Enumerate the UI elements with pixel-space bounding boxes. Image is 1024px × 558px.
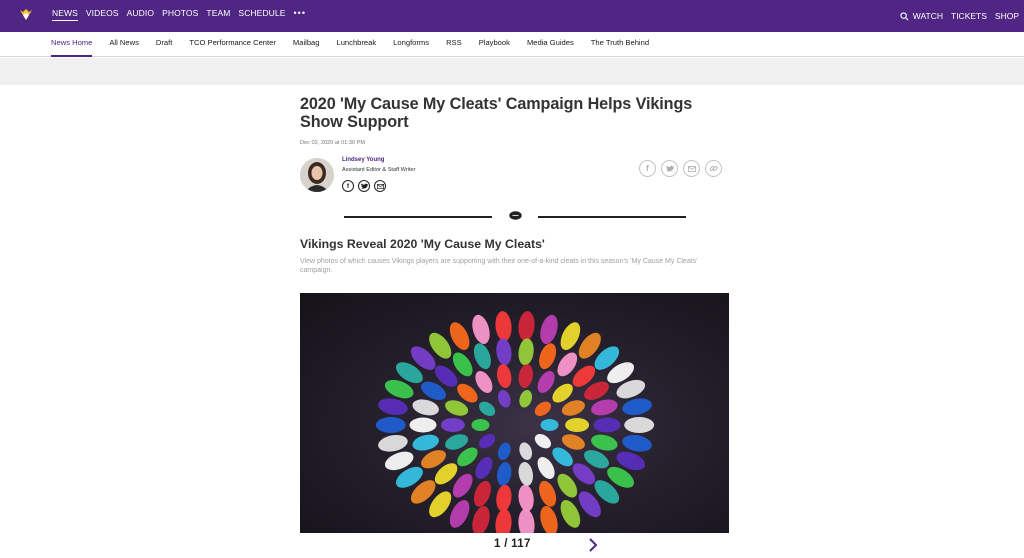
cleat-shape [565,418,590,432]
author-twitter-icon[interactable] [358,180,370,192]
cleat-shape [479,401,496,416]
subnav-item-news-home[interactable]: News Home [51,32,93,57]
cleat-shape [412,399,439,416]
subnav-item-mailbag[interactable]: Mailbag [293,32,320,57]
cleat-shape [473,343,491,370]
primary-nav: NEWS VIDEOS AUDIO PHOTOS TEAM SCHEDULE •… [52,0,306,32]
cleat-shape [497,442,511,460]
cleat-shape [497,390,511,408]
ad-banner-placeholder [0,58,1024,85]
subnav-item-media-guides[interactable]: Media Guides [527,32,574,57]
cleat-shape [622,434,652,452]
cleat-shape [475,457,493,479]
utility-nav: WATCH TICKETS SHOP [892,0,1019,32]
subnav-item-tco-performance-center[interactable]: TCO Performance Center [189,32,276,57]
cleat-shape [378,434,408,452]
nav-item-news[interactable]: NEWS [52,0,78,32]
tickets-link[interactable]: TICKETS [951,0,987,32]
author-email-icon[interactable] [374,180,386,192]
share-facebook-icon[interactable]: f [639,160,656,177]
cleat-shape [472,506,490,533]
cleat-shape [440,418,465,432]
share-link-icon[interactable] [705,160,722,177]
gallery-description: View photos of which causes Vikings play… [300,258,698,274]
more-menu-button[interactable]: ••• [294,0,306,32]
cleat-shape [479,434,496,449]
cleat-shape [540,419,559,431]
watch-link[interactable]: WATCH [900,0,943,32]
cleat-shape [409,417,437,433]
cleat-shape [518,484,534,512]
subnav-item-lunchbreak[interactable]: Lunchbreak [336,32,376,57]
nav-item-team[interactable]: TEAM [206,0,230,32]
subnav-item-draft[interactable]: Draft [156,32,172,57]
author-facebook-icon[interactable]: f [342,180,354,192]
shop-link[interactable]: SHOP [995,0,1019,32]
football-icon [509,211,522,220]
watch-label: WATCH [912,10,943,21]
cleat-shape [473,480,491,507]
cleat-shape [539,480,557,507]
author-block: Lindsey Young Assistant Editor & Staff W… [300,157,730,198]
nav-item-schedule[interactable]: SCHEDULE [238,0,285,32]
cleat-shape [495,311,512,342]
gallery-image[interactable] [300,293,729,533]
share-bar: f [634,160,722,177]
subnav-item-playbook[interactable]: Playbook [479,32,510,57]
section-divider [344,211,686,221]
cleat-shape [534,434,551,449]
nav-item-videos[interactable]: VIDEOS [86,0,119,32]
vikings-logo[interactable] [17,6,35,24]
cleat-shape [519,442,533,460]
subnav-item-rss[interactable]: RSS [446,32,462,57]
subnav-item-all-news[interactable]: All News [109,32,139,57]
cleat-shape [540,506,558,533]
cleat-shape [375,417,406,433]
top-navigation-bar: NEWS VIDEOS AUDIO PHOTOS TEAM SCHEDULE •… [0,0,1024,32]
author-name[interactable]: Lindsey Young [342,157,384,163]
cleat-shape [496,484,512,512]
cleat-shape [622,398,652,416]
cleat-shape [534,401,551,416]
share-twitter-icon[interactable] [661,160,678,177]
author-social-links: f [342,180,390,192]
cleat-shape [496,364,512,388]
cleat-shape [518,311,535,342]
cleat-shape [624,417,655,433]
cleat-shape [496,338,512,366]
gallery-counter: 1 / 117 [494,538,531,550]
subnav-item-the-truth-behind[interactable]: The Truth Behind [591,32,649,57]
cleat-shape [378,398,408,416]
cleat-shape [412,434,439,451]
article: 2020 'My Cause My Cleats' Campaign Helps… [300,95,730,552]
nav-item-audio[interactable]: AUDIO [127,0,154,32]
section-subnav: News Home All News Draft TCO Performance… [0,32,1024,57]
cleat-shape [593,417,621,433]
article-headline: 2020 'My Cause My Cleats' Campaign Helps… [300,95,693,131]
cleat-shape [518,338,534,366]
article-date: Dec 02, 2020 at 01:30 PM [300,140,365,146]
search-icon [900,11,909,20]
gallery-title: Vikings Reveal 2020 'My Cause My Cleats' [300,237,545,251]
cleat-shape [540,314,558,344]
cleat-shape [518,364,534,388]
cleat-shape [539,343,557,370]
cleat-shape [519,390,533,408]
cleat-shape [591,399,618,416]
cleat-shape [518,462,534,486]
subnav-item-longforms[interactable]: Longforms [393,32,429,57]
cleat-shape [496,462,512,486]
chevron-right-icon[interactable] [587,538,599,552]
author-avatar[interactable] [300,158,334,192]
nav-item-photos[interactable]: PHOTOS [162,0,198,32]
cleat-shape [495,508,512,533]
cleat-shape [591,434,618,451]
cleat-shape [471,419,490,431]
cleat-shape [472,314,490,344]
cleat-shape [518,508,535,533]
author-title: Assistant Editor & Staff Writer [342,167,416,173]
share-email-icon[interactable] [683,160,700,177]
